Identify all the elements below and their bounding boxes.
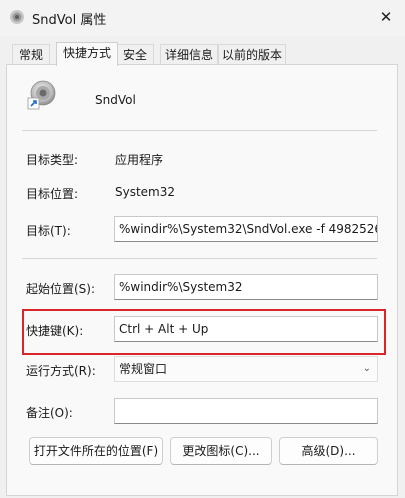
target-type-value: 应用程序 xyxy=(115,153,164,167)
divider xyxy=(22,130,377,131)
highlight-box xyxy=(22,309,386,355)
speaker-shortcut-icon xyxy=(27,80,56,110)
target-label: 目标(T): xyxy=(26,224,71,238)
open-file-location-button[interactable]: 打开文件所在的位置(F) xyxy=(29,437,163,465)
run-select-value: 常规窗口 xyxy=(119,362,168,376)
target-location-label: 目标位置: xyxy=(26,187,79,201)
tab-shortcut[interactable]: 快捷方式 xyxy=(56,42,118,66)
run-label: 运行方式(R): xyxy=(26,364,96,378)
target-type-label: 目标类型: xyxy=(26,153,79,167)
target-location-value: System32 xyxy=(115,185,176,199)
tab-general[interactable]: 常规 xyxy=(12,44,50,65)
comment-input[interactable] xyxy=(114,398,378,424)
title-bar: SndVol 属性 ✕ xyxy=(0,0,405,36)
change-icon-button[interactable]: 更改图标(C)... xyxy=(170,437,272,465)
target-input[interactable]: %windir%\System32\SndVol.exe -f 49825268 xyxy=(114,216,378,242)
tab-previous-versions[interactable]: 以前的版本 xyxy=(218,44,286,65)
chevron-down-icon: ⌄ xyxy=(362,363,371,374)
tab-details[interactable]: 详细信息 xyxy=(160,44,218,65)
tab-strip: 常规 快捷方式 安全 详细信息 以前的版本 xyxy=(0,42,405,66)
run-select[interactable]: 常规窗口 ⌄ xyxy=(114,356,378,382)
comment-label: 备注(O): xyxy=(26,406,73,420)
advanced-button[interactable]: 高级(D)... xyxy=(279,437,378,465)
window-title: SndVol 属性 xyxy=(32,13,107,28)
start-in-label: 起始位置(S): xyxy=(26,282,96,296)
speaker-icon xyxy=(10,10,24,24)
tab-security[interactable]: 安全 xyxy=(116,44,154,65)
close-button[interactable]: ✕ xyxy=(374,6,398,28)
app-name: SndVol xyxy=(95,93,136,107)
divider xyxy=(22,258,377,259)
start-in-input[interactable]: %windir%\System32 xyxy=(114,274,378,300)
